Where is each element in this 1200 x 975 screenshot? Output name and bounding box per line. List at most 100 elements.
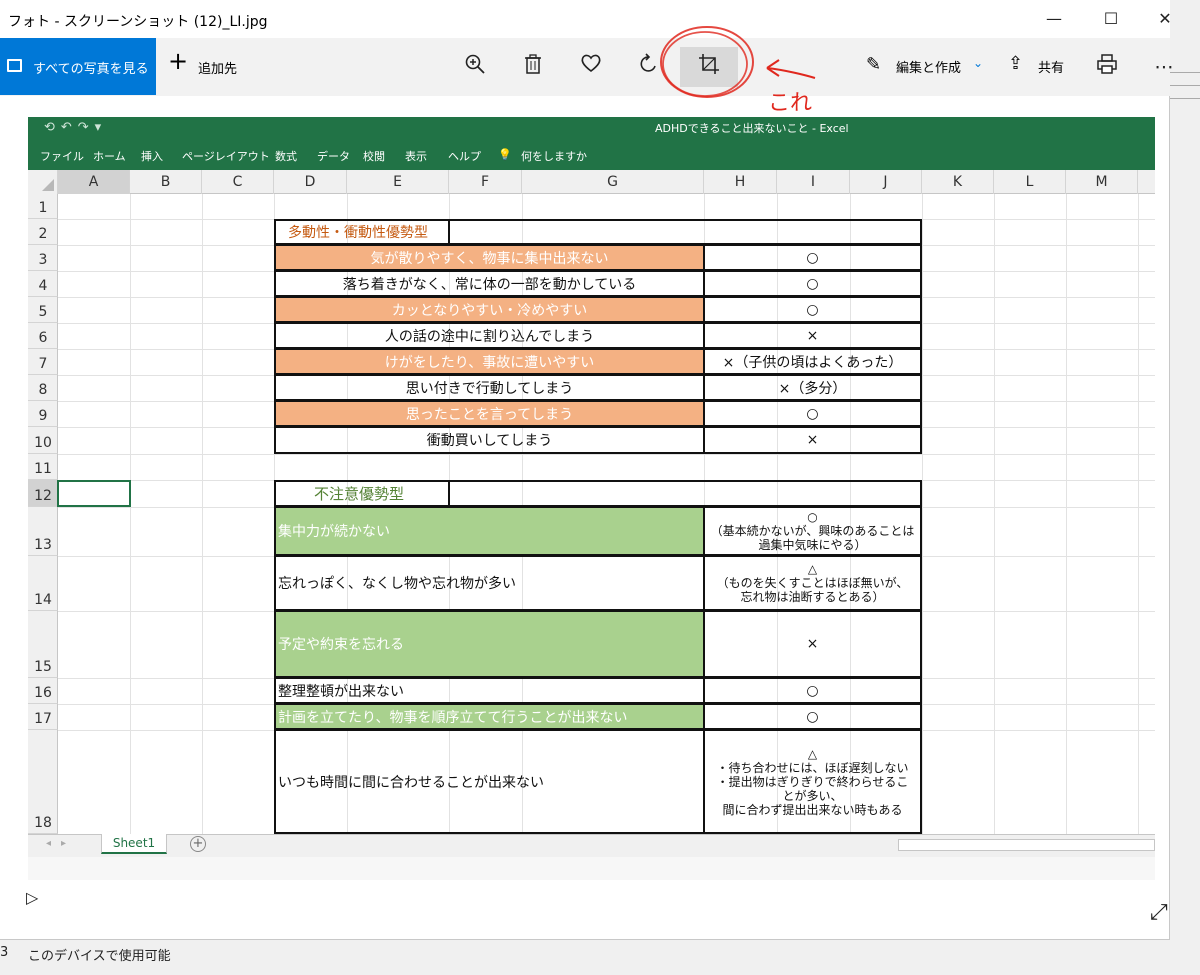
- fullscreen-expand-icon[interactable]: ⤢: [1150, 900, 1168, 925]
- row-header: 15: [28, 611, 58, 678]
- table-row-label: 人の話の途中に割り込んでしまう: [274, 322, 705, 349]
- excel-status-strip: [28, 857, 1155, 880]
- menu-page-layout: ページレイアウト: [182, 150, 270, 163]
- col-header: M: [1066, 170, 1138, 194]
- row-header: 11: [28, 454, 58, 480]
- table-row-value: ○ （基本続かないが、興味のあることは 過集中気味にやる）: [703, 506, 922, 556]
- all-photos-button[interactable]: すべての写真を見る: [0, 38, 156, 95]
- table-row-label: 計画を立てたり、物事を順序立てて行うことが出来ない: [274, 703, 705, 730]
- zoom-in-icon[interactable]: [461, 53, 489, 81]
- table-row-value: ×: [703, 322, 922, 349]
- select-all-corner: [28, 170, 58, 194]
- row-header: 1: [28, 194, 58, 219]
- menu-data: データ: [317, 150, 350, 163]
- row-header: 8: [28, 375, 58, 401]
- photo-canvas: ⟲↶↷▾ ADHDできること出来ないこと - Excel ファイル ホーム 挿入…: [28, 117, 1155, 880]
- menu-review: 校閲: [363, 150, 385, 163]
- gridline: [130, 194, 131, 834]
- col-header: L: [994, 170, 1066, 194]
- menu-formulas: 数式: [275, 150, 297, 163]
- row-header: 9: [28, 401, 58, 427]
- table-row-label: 集中力が続かない: [274, 506, 705, 556]
- share-label: 共有: [1038, 61, 1065, 76]
- col-header: D: [274, 170, 347, 194]
- window-title: フォト - スクリーンショット (12)_LI.jpg: [8, 14, 268, 30]
- table-row-label: 思ったことを言ってしまう: [274, 400, 705, 427]
- table-row-value: ○: [703, 677, 922, 704]
- section2-header: 不注意優勢型: [274, 480, 450, 507]
- row-header: 3: [28, 245, 58, 271]
- print-icon[interactable]: [1093, 53, 1121, 81]
- chevron-down-icon: ⌄: [973, 56, 984, 70]
- col-header: G: [522, 170, 704, 194]
- table-row-value: ○: [703, 270, 922, 297]
- row-header: 6: [28, 323, 58, 349]
- slideshow-play-icon[interactable]: ▷: [26, 888, 38, 907]
- row-header: 7: [28, 349, 58, 375]
- col-header: E: [347, 170, 449, 194]
- sheet-tab-bar: ◂▸ Sheet1 +: [28, 834, 1155, 857]
- row-header: 5: [28, 297, 58, 323]
- edit-create-label: 編集と作成: [896, 61, 962, 76]
- col-header: B: [130, 170, 202, 194]
- table-row-label: 予定や約束を忘れる: [274, 610, 705, 678]
- col-header: F: [449, 170, 522, 194]
- column-headers: A B C D E F G H I J K L M: [28, 170, 1155, 194]
- maximize-button[interactable]: ☐: [1091, 6, 1131, 32]
- add-sheet-icon: +: [190, 836, 206, 852]
- photos-window: フォト - スクリーンショット (12)_LI.jpg — ☐ ✕ すべての写真…: [0, 0, 1174, 940]
- table-row-label: 落ち着きがなく、常に体の一部を動かしている: [274, 270, 705, 297]
- gridline: [922, 194, 923, 834]
- col-header: C: [202, 170, 274, 194]
- favorite-heart-icon[interactable]: [577, 53, 605, 81]
- quick-access-icons: ⟲↶↷▾: [44, 120, 108, 135]
- table-row-label: 整理整頓が出来ない: [274, 677, 705, 704]
- table-row-label: 衝動買いしてしまう: [274, 426, 705, 454]
- horizontal-scrollbar: [898, 839, 1155, 851]
- table-row-label: カッとなりやすい・冷めやすい: [274, 296, 705, 323]
- row-header: 2: [28, 219, 58, 245]
- col-header: I: [777, 170, 850, 194]
- row-header: 12: [28, 480, 58, 507]
- gridline: [1066, 194, 1067, 834]
- row-header: 10: [28, 427, 58, 454]
- row-header: 16: [28, 678, 58, 704]
- section2-header-fill: [448, 480, 922, 507]
- table-row-label: 思い付きで行動してしまう: [274, 374, 705, 401]
- table-row-value: ○: [703, 703, 922, 730]
- minimize-button[interactable]: —: [1034, 6, 1074, 32]
- table-row-label: いつも時間に間に合わせることが出来ない: [274, 729, 705, 834]
- sheet-nav-arrows: ◂▸: [46, 838, 77, 849]
- crop-icon: [695, 53, 723, 81]
- photos-toolbar: すべての写真を見る + 追加先 ✎ 編集と作成 ⌄ ⇪ 共有 ⋯: [0, 38, 1174, 96]
- delete-icon[interactable]: [519, 53, 547, 81]
- menu-home: ホーム: [93, 150, 126, 163]
- sheet-tab: Sheet1: [101, 834, 167, 854]
- gridline: [202, 194, 203, 834]
- table-row-value: ×: [703, 610, 922, 678]
- menu-insert: 挿入: [141, 150, 163, 163]
- share-icon: ⇪: [1008, 53, 1024, 74]
- close-button[interactable]: ✕: [1145, 6, 1185, 32]
- rotate-icon[interactable]: [635, 53, 663, 81]
- edit-icon: ✎: [866, 54, 882, 75]
- menu-help: ヘルプ: [448, 150, 481, 163]
- table-row-value: ×（子供の頃はよくあった）: [703, 348, 922, 375]
- excel-title: ADHDできること出来ないこと - Excel: [655, 122, 849, 135]
- selected-cell-a12: [57, 480, 131, 507]
- crop-button[interactable]: [680, 47, 738, 87]
- excel-title-bar: ⟲↶↷▾ ADHDできること出来ないこと - Excel: [28, 117, 1155, 141]
- background-status-text: このデバイスで使用可能: [28, 949, 171, 964]
- row-header: 4: [28, 271, 58, 297]
- table-row-label: 気が散りやすく、物事に集中出来ない: [274, 244, 705, 271]
- row-header: 13: [28, 507, 58, 556]
- section1-header: 多動性・衝動性優勢型: [274, 219, 450, 245]
- table-row-value: ×: [703, 426, 922, 454]
- table-row-value: ×（多分）: [703, 374, 922, 401]
- background-window-edge: [1170, 60, 1200, 120]
- menu-view: 表示: [405, 150, 427, 163]
- table-row-value: ○: [703, 244, 922, 271]
- col-header: H: [704, 170, 777, 194]
- col-header: A: [58, 170, 130, 194]
- lightbulb-icon: 💡: [498, 148, 512, 161]
